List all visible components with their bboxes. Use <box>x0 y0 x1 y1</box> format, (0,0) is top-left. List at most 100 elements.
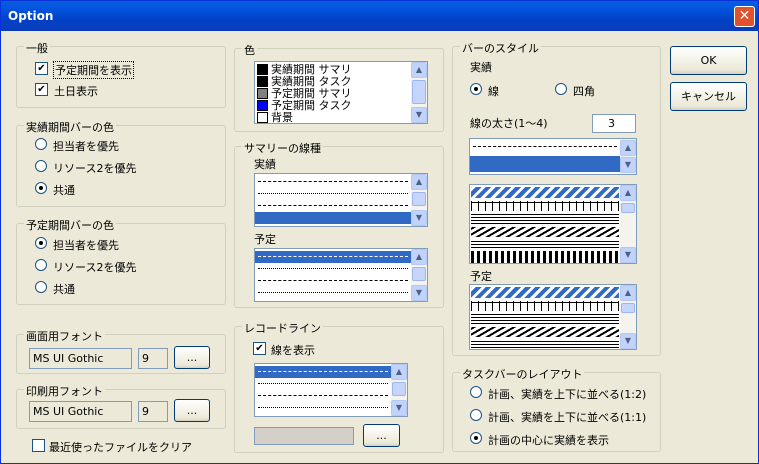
actual-line-scrollbar[interactable]: ▲ ▼ <box>620 139 636 174</box>
taskbar-layout-title: タスクバーのレイアウト <box>460 366 585 382</box>
arrow-down-icon[interactable]: ▼ <box>620 247 636 263</box>
summary-line-group: サマリーの線種 実績 ▲ ▼ 予定 ▲ ▼ <box>234 140 444 308</box>
scroll-thumb[interactable] <box>621 203 635 213</box>
list-item[interactable] <box>255 200 411 212</box>
arrow-down-icon[interactable]: ▼ <box>411 107 427 123</box>
actual-bar-color-group: 実績期間バーの色 担当者を優先 リソース2を優先 共通 <box>16 119 226 207</box>
list-item[interactable] <box>471 314 619 324</box>
color-item-1[interactable]: 実績期間 タスク <box>271 76 352 87</box>
list-item[interactable] <box>255 176 411 188</box>
list-item[interactable] <box>255 378 391 390</box>
clear-recent-checkbox[interactable] <box>32 439 45 452</box>
actual-color-option-0[interactable] <box>35 138 47 150</box>
list-item[interactable] <box>471 187 619 198</box>
list-item[interactable] <box>471 301 619 311</box>
list-item[interactable] <box>255 402 391 414</box>
color-item-0[interactable]: 実績期間 サマリ <box>271 64 352 75</box>
actual-color-label-1: リソース2を優先 <box>53 162 137 175</box>
actual-pattern-scrollbar[interactable]: ▲ ▼ <box>620 185 636 263</box>
list-item[interactable] <box>471 340 619 348</box>
list-item[interactable] <box>471 240 619 248</box>
show-planned-checkbox[interactable]: ✔ <box>35 62 48 75</box>
planned-color-label-2: 共通 <box>53 283 75 296</box>
record-line-browse-button[interactable]: ... <box>363 424 400 447</box>
arrow-up-icon[interactable]: ▲ <box>411 249 427 265</box>
planned-color-option-2[interactable] <box>35 281 47 293</box>
color-item-4[interactable]: 背景 <box>271 112 293 123</box>
actual-color-option-1[interactable] <box>35 160 47 172</box>
thickness-spinner[interactable]: 3 <box>592 114 636 133</box>
arrow-down-icon[interactable]: ▼ <box>411 285 427 301</box>
list-item[interactable] <box>255 366 391 378</box>
bar-style-square-radio[interactable] <box>555 83 567 95</box>
layout-option-1[interactable] <box>470 409 482 421</box>
arrow-down-icon[interactable]: ▼ <box>620 157 636 173</box>
planned-color-option-0[interactable] <box>35 237 47 249</box>
planned-bar-color-title: 予定期間バーの色 <box>24 217 116 233</box>
actual-line-list[interactable]: ▲ ▼ <box>469 138 637 175</box>
cancel-button[interactable]: キャンセル <box>670 82 747 111</box>
arrow-up-icon[interactable]: ▲ <box>620 140 636 156</box>
list-item[interactable] <box>471 201 619 211</box>
layout-option-2[interactable] <box>470 432 482 444</box>
list-item[interactable] <box>471 327 619 337</box>
scroll-thumb[interactable] <box>392 382 406 396</box>
planned-pattern-list[interactable]: ▲ ▼ <box>469 284 637 350</box>
arrow-up-icon[interactable]: ▲ <box>411 62 427 78</box>
thickness-value: 3 <box>608 117 615 130</box>
list-item[interactable] <box>471 214 619 224</box>
layout-option-0[interactable] <box>470 386 482 398</box>
list-item[interactable] <box>255 251 411 263</box>
scroll-thumb[interactable] <box>412 192 426 206</box>
ok-button[interactable]: OK <box>670 46 747 75</box>
summary-planned-scrollbar[interactable]: ▲ ▼ <box>411 249 427 301</box>
scroll-thumb[interactable] <box>412 267 426 281</box>
list-item[interactable] <box>255 287 411 299</box>
arrow-down-icon[interactable]: ▼ <box>620 333 636 349</box>
arrow-up-icon[interactable]: ▲ <box>620 185 636 201</box>
color-list-scrollbar[interactable]: ▲ ▼ <box>411 62 427 123</box>
bar-style-line-radio[interactable] <box>470 83 482 95</box>
print-font-browse-button[interactable]: ... <box>174 399 210 422</box>
summary-planned-list[interactable]: ▲ ▼ <box>254 248 428 302</box>
arrow-down-icon[interactable]: ▼ <box>411 210 427 226</box>
summary-actual-scrollbar[interactable]: ▲ ▼ <box>411 174 427 226</box>
window-title: Option <box>8 9 54 23</box>
list-item[interactable] <box>471 227 619 237</box>
bar-style-group: バーのスタイル 実績 線 四角 線の太さ(1～4) 3 ▲ ▼ ▲ ▼ 予定 ▲… <box>452 40 661 356</box>
actual-pattern-list[interactable]: ▲ ▼ <box>469 184 637 264</box>
record-line-list[interactable]: ▲ ▼ <box>254 363 408 417</box>
record-line-scrollbar[interactable]: ▲ ▼ <box>391 364 407 416</box>
color-list[interactable]: 実績期間 サマリ 実績期間 タスク 予定期間 サマリ 予定期間 タスク 背景 ▲… <box>254 61 428 124</box>
arrow-up-icon[interactable]: ▲ <box>391 364 407 380</box>
list-item[interactable] <box>255 275 411 287</box>
show-record-line-checkbox[interactable]: ✔ <box>253 342 266 355</box>
arrow-up-icon[interactable]: ▲ <box>411 174 427 190</box>
list-item[interactable] <box>255 188 411 200</box>
screen-font-browse-button[interactable]: ... <box>174 346 210 369</box>
arrow-down-icon[interactable]: ▼ <box>391 400 407 416</box>
list-item[interactable] <box>471 287 619 298</box>
show-weekend-checkbox[interactable]: ✔ <box>35 83 48 96</box>
general-group: 一般 ✔ 予定期間を表示 ✔ 土日表示 <box>16 40 226 108</box>
thickness-label: 線の太さ(1～4) <box>470 117 548 130</box>
list-item[interactable] <box>471 251 619 263</box>
actual-color-label-2: 共通 <box>53 184 75 197</box>
list-item[interactable] <box>255 390 391 402</box>
arrow-up-icon[interactable]: ▲ <box>620 285 636 301</box>
screen-font-size: 9 <box>138 348 168 369</box>
list-item[interactable] <box>470 156 620 172</box>
list-item[interactable] <box>255 263 411 275</box>
summary-actual-list[interactable]: ▲ ▼ <box>254 173 428 227</box>
list-item[interactable] <box>255 212 411 224</box>
planned-pattern-scrollbar[interactable]: ▲ ▼ <box>620 285 636 349</box>
list-item[interactable] <box>470 141 620 153</box>
actual-color-option-2[interactable] <box>35 182 47 194</box>
scroll-thumb[interactable] <box>412 80 426 104</box>
title-bar: Option ✕ <box>1 1 758 31</box>
color-item-3[interactable]: 予定期間 タスク <box>271 100 352 111</box>
color-item-2[interactable]: 予定期間 サマリ <box>271 88 352 99</box>
scroll-thumb[interactable] <box>621 303 635 313</box>
planned-color-option-1[interactable] <box>35 259 47 271</box>
close-icon[interactable]: ✕ <box>734 6 755 27</box>
